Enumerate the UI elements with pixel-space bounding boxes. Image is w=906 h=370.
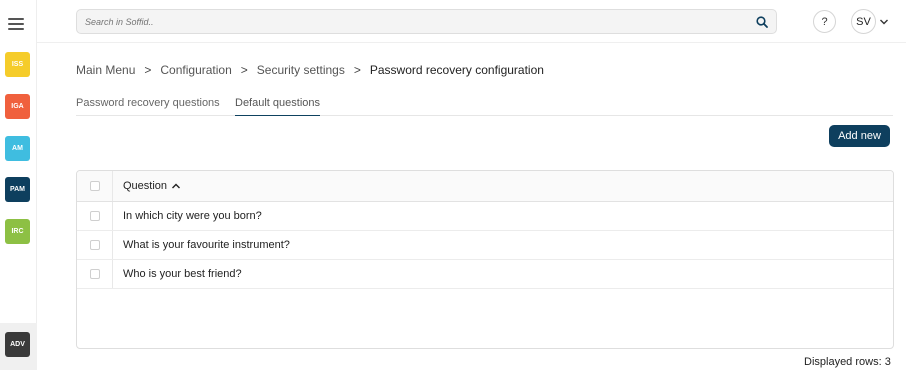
tab-default-questions[interactable]: Default questions [235, 97, 320, 116]
module-sidebar: ISS IGA AM PAM IRC [0, 0, 37, 370]
question-cell: What is your favourite instrument? [123, 239, 290, 251]
breadcrumb-separator: > [353, 63, 361, 77]
table-row[interactable]: In which city were you born? [77, 202, 893, 231]
module-adv-button[interactable]: ADV [5, 332, 30, 357]
table-row[interactable]: What is your favourite instrument? [77, 231, 893, 260]
hamburger-menu-icon[interactable] [8, 18, 24, 30]
module-iss-button[interactable]: ISS [5, 52, 30, 77]
module-iga-button[interactable]: IGA [5, 94, 30, 119]
advanced-module-area: ADV [0, 323, 37, 370]
sort-ascending-icon[interactable] [171, 181, 181, 191]
search-box [76, 9, 777, 34]
column-header-label: Question [123, 180, 168, 192]
avatar[interactable]: SV [851, 9, 876, 34]
search-icon[interactable] [756, 16, 768, 28]
module-am-button[interactable]: AM [5, 136, 30, 161]
breadcrumb-current-page: Password recovery configuration [369, 63, 544, 77]
breadcrumb-separator: > [240, 63, 248, 77]
module-pam-button[interactable]: PAM [5, 177, 30, 202]
select-all-checkbox[interactable] [90, 181, 100, 191]
help-button[interactable]: ? [813, 10, 836, 33]
breadcrumb-separator: > [144, 63, 152, 77]
table-header: Question [77, 171, 893, 202]
displayed-rows-count: Displayed rows: 3 [804, 356, 891, 368]
user-menu[interactable]: SV [851, 9, 889, 34]
select-column [77, 171, 113, 201]
breadcrumb-configuration[interactable]: Configuration [160, 63, 231, 77]
breadcrumb-main-menu[interactable]: Main Menu [76, 63, 135, 77]
tab-password-recovery-questions[interactable]: Password recovery questions [76, 97, 220, 116]
table-row[interactable]: Who is your best friend? [77, 260, 893, 289]
row-checkbox[interactable] [90, 269, 100, 279]
row-checkbox[interactable] [90, 240, 100, 250]
row-checkbox[interactable] [90, 211, 100, 221]
module-irc-button[interactable]: IRC [5, 219, 30, 244]
questions-table: Question In which city were you born? Wh… [76, 170, 894, 349]
add-new-button[interactable]: Add new [829, 125, 890, 147]
tab-bar: Password recovery questions Default ques… [76, 96, 893, 116]
top-bar: ? SV [37, 0, 906, 43]
breadcrumb: Main Menu > Configuration > Security setting… [76, 63, 544, 77]
column-header-question[interactable]: Question [123, 180, 181, 192]
question-cell: Who is your best friend? [123, 268, 242, 280]
breadcrumb-security-settings[interactable]: Security settings [257, 63, 345, 77]
chevron-down-icon[interactable] [879, 17, 889, 27]
question-cell: In which city were you born? [123, 210, 262, 222]
search-input[interactable] [77, 10, 727, 33]
